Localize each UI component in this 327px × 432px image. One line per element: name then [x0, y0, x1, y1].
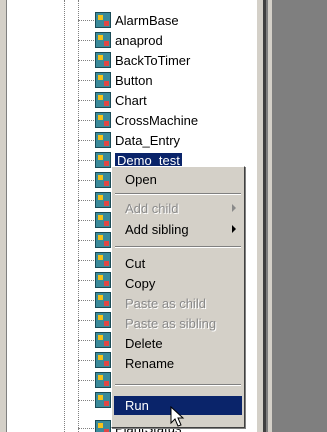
- tree-node[interactable]: Chart: [95, 90, 147, 110]
- panel-splitter[interactable]: [256, 0, 264, 432]
- tree-node-label: Data_Entry: [115, 132, 181, 148]
- menu-item-paste-as-child[interactable]: Paste as child: [114, 294, 242, 313]
- menu-item-paste-as-sibling[interactable]: Paste as sibling: [114, 314, 242, 333]
- tree-connector: [78, 180, 94, 181]
- form-icon: [95, 420, 111, 432]
- menu-item-label: Delete: [125, 336, 163, 351]
- tree-connector: [78, 380, 94, 381]
- menu-item-label: Open: [125, 172, 157, 187]
- form-icon: [95, 192, 111, 208]
- form-icon: [95, 372, 111, 388]
- tree-node[interactable]: CrossMachine: [95, 110, 198, 130]
- tree-connector: [78, 40, 94, 41]
- form-icon: [95, 132, 111, 148]
- tree-connector: [78, 80, 94, 81]
- menu-item-label: Add child: [125, 201, 179, 216]
- tree-node-label: Chart: [115, 92, 147, 108]
- menu-item-add-child[interactable]: Add child: [114, 199, 242, 218]
- tree-node-label: anaprod: [115, 32, 163, 48]
- tree-connector: [78, 260, 94, 261]
- right-panel-edge: [268, 0, 272, 432]
- tree-connector: [78, 320, 94, 321]
- tree-connector: [78, 240, 94, 241]
- tree-connector: [78, 280, 94, 281]
- tree-node-label: CrossMachine: [115, 112, 199, 128]
- submenu-arrow-icon: [232, 204, 236, 212]
- left-frame-border: [0, 0, 7, 432]
- menu-item-delete[interactable]: Delete: [114, 334, 242, 353]
- menu-item-add-sibling[interactable]: Add sibling: [114, 220, 242, 239]
- form-icon: [95, 72, 111, 88]
- tree-connector: [78, 120, 94, 121]
- form-icon: [95, 32, 111, 48]
- tree-connector: [78, 200, 94, 201]
- tree-node-label: Button: [115, 72, 153, 88]
- menu-item-label: Paste as sibling: [125, 316, 217, 331]
- menu-item-cut[interactable]: Cut: [114, 254, 242, 273]
- tree-connector: [78, 160, 94, 161]
- tree-node-label: AlarmBase: [115, 12, 179, 28]
- tree-connector: [78, 400, 94, 401]
- tree-connector: [78, 140, 94, 141]
- tree-connector: [78, 100, 94, 101]
- form-icon: [95, 292, 111, 308]
- form-icon: [95, 52, 111, 68]
- tree-node-label: BackToTimer: [115, 52, 191, 68]
- form-icon: [95, 212, 111, 228]
- menu-item-rename[interactable]: Rename: [114, 354, 242, 373]
- form-icon: [95, 272, 111, 288]
- submenu-arrow-icon: [232, 225, 236, 233]
- menu-item-label: Run: [125, 398, 149, 413]
- right-panel: [264, 0, 327, 432]
- tree-node[interactable]: Data_Entry: [95, 130, 180, 150]
- form-icon: [95, 252, 111, 268]
- form-icon: [95, 92, 111, 108]
- tree-connector: [78, 220, 94, 221]
- menu-item-copy[interactable]: Copy: [114, 274, 242, 293]
- form-icon: [95, 112, 111, 128]
- tree-node[interactable]: AlarmBase: [95, 10, 179, 30]
- menu-item-label: Add sibling: [125, 222, 189, 237]
- menu-item-label: Copy: [125, 276, 156, 291]
- menu-item-label: Paste as child: [125, 296, 206, 311]
- menu-item-label: Rename: [125, 356, 175, 371]
- form-icon: [95, 312, 111, 328]
- tree-node[interactable]: anaprod: [95, 30, 163, 50]
- tree-connector: [78, 20, 94, 21]
- menu-separator: [115, 246, 241, 248]
- tree-node[interactable]: Button: [95, 70, 153, 90]
- mouse-pointer-icon: [170, 406, 185, 427]
- tree-guide-line: [78, 0, 79, 432]
- menu-item-label: Cut: [125, 256, 146, 271]
- tree-connector: [78, 60, 94, 61]
- tree-node[interactable]: BackToTimer: [95, 50, 190, 70]
- menu-separator: [115, 193, 241, 195]
- tree-connector: [78, 340, 94, 341]
- form-icon: [95, 12, 111, 28]
- form-icon: [95, 332, 111, 348]
- form-icon: [95, 232, 111, 248]
- tree-connector: [78, 300, 94, 301]
- menu-item-open[interactable]: Open: [114, 170, 242, 189]
- form-icon: [95, 352, 111, 368]
- tree-connector: [78, 428, 94, 429]
- tree-connector: [78, 360, 94, 361]
- form-icon: [95, 172, 111, 188]
- menu-separator: [115, 384, 241, 386]
- context-menu: Open Add child Add sibling Cut Copy Past…: [111, 166, 245, 428]
- tree-guide-line: [64, 0, 65, 432]
- form-icon: [95, 392, 111, 408]
- form-icon: [95, 152, 111, 168]
